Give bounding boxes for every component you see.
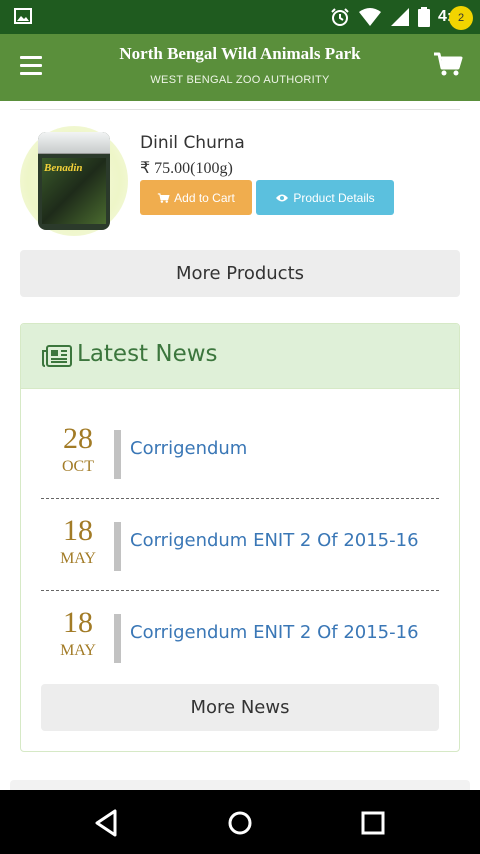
news-link[interactable]: Corrigendum — [130, 438, 247, 459]
news-month: MAY — [60, 550, 96, 567]
add-to-cart-label: Add to Cart — [174, 190, 235, 205]
app-bar: North Bengal Wild Animals Park WEST BENG… — [0, 34, 480, 101]
news-month: OCT — [62, 458, 94, 475]
news-separator — [41, 498, 439, 499]
more-products-button[interactable]: More Products — [20, 250, 460, 297]
hamburger-icon-line — [20, 71, 42, 75]
cart-count-badge: 2 — [449, 6, 473, 30]
back-icon[interactable] — [90, 806, 124, 840]
divider — [20, 109, 460, 110]
app-subtitle: WEST BENGAL ZOO AUTHORITY — [150, 74, 330, 86]
cart-icon[interactable] — [432, 50, 464, 78]
news-day: 18 — [63, 514, 93, 547]
news-date-bar — [114, 614, 121, 663]
product-details-button[interactable]: Product Details — [256, 180, 394, 215]
image-icon — [14, 8, 32, 24]
wifi-icon — [358, 8, 381, 26]
battery-icon — [417, 7, 430, 27]
more-news-button[interactable]: More News — [41, 684, 439, 731]
jar-lid — [38, 132, 110, 154]
app-title: North Bengal Wild Animals Park — [119, 44, 361, 63]
news-day: 28 — [63, 422, 93, 455]
signal-icon — [390, 8, 409, 26]
news-day: 18 — [63, 606, 93, 639]
news-separator — [41, 590, 439, 591]
hamburger-icon-line — [20, 63, 42, 67]
cart-icon — [157, 192, 170, 203]
status-bar: 4:45 — [0, 0, 480, 34]
news-title: Latest News — [77, 341, 218, 367]
jar-label-text: Benadin — [44, 162, 83, 174]
product-details-label: Product Details — [293, 190, 375, 205]
product-jar: Benadin — [38, 132, 110, 230]
news-header: Latest News — [21, 324, 459, 389]
recents-icon[interactable] — [356, 806, 390, 840]
news-date-bar — [114, 430, 121, 479]
product-name[interactable]: Dinil Churna — [140, 133, 245, 153]
newspaper-icon — [42, 345, 72, 367]
news-panel: Latest News 28 OCT Corrigendum 18 MAY Co… — [20, 323, 460, 752]
add-to-cart-button[interactable]: Add to Cart — [140, 180, 252, 215]
news-link[interactable]: Corrigendum ENIT 2 Of 2015-16 — [130, 622, 419, 643]
product-price: ₹ 75.00(100g) — [140, 160, 233, 177]
hamburger-icon — [20, 55, 42, 59]
news-link[interactable]: Corrigendum ENIT 2 Of 2015-16 — [130, 530, 419, 551]
news-date-bar — [114, 522, 121, 571]
home-icon[interactable] — [223, 806, 257, 840]
news-item: 18 MAY Corrigendum ENIT 2 Of 2015-16 — [41, 606, 439, 696]
news-item: 28 OCT Corrigendum — [41, 422, 439, 512]
alarm-icon — [331, 8, 349, 26]
eye-icon — [276, 194, 289, 201]
next-section-card — [10, 780, 470, 790]
menu-button[interactable] — [20, 52, 46, 78]
news-item: 18 MAY Corrigendum ENIT 2 Of 2015-16 — [41, 514, 439, 604]
product-image[interactable]: Benadin — [20, 126, 128, 236]
navigation-bar — [0, 790, 480, 854]
news-month: MAY — [60, 642, 96, 659]
